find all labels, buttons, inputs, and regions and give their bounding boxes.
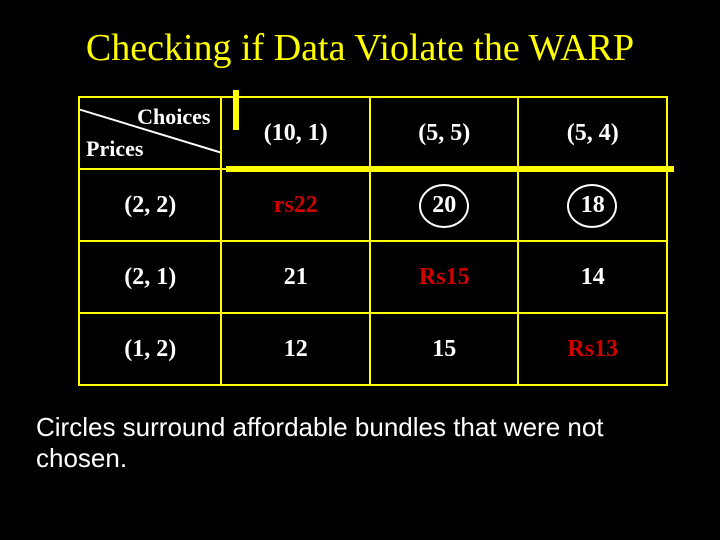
- header-col-3: (5, 4): [518, 97, 667, 169]
- price-label-2: (2, 1): [79, 241, 221, 313]
- cell-r1-c2: 20: [370, 169, 519, 241]
- cell-r2-c1: 21: [221, 241, 370, 313]
- cell-r1-c1: rs22: [221, 169, 370, 241]
- table-row: (1, 2) 12 15 Rs13: [79, 313, 667, 385]
- table-container: Choices Prices (10, 1) (5, 5) (5, 4) (2,…: [78, 96, 668, 386]
- slide-title: Checking if Data Violate the WARP: [30, 26, 690, 70]
- prices-label: Prices: [86, 136, 143, 162]
- header-col-1: (10, 1): [221, 97, 370, 169]
- table-row: (2, 1) 21 Rs15 14: [79, 241, 667, 313]
- cell-r1-c3: 18: [518, 169, 667, 241]
- price-label-1: (2, 2): [79, 169, 221, 241]
- cell-r3-c3: Rs13: [518, 313, 667, 385]
- slide: Checking if Data Violate the WARP Choice…: [0, 0, 720, 540]
- warp-table: Choices Prices (10, 1) (5, 5) (5, 4) (2,…: [78, 96, 668, 386]
- header-corner-cell: Choices Prices: [79, 97, 221, 169]
- header-row: Choices Prices (10, 1) (5, 5) (5, 4): [79, 97, 667, 169]
- caption-text: Circles surround affordable bundles that…: [36, 412, 690, 474]
- header-col-2: (5, 5): [370, 97, 519, 169]
- cell-r3-c1: 12: [221, 313, 370, 385]
- price-label-3: (1, 2): [79, 313, 221, 385]
- cell-r2-c3: 14: [518, 241, 667, 313]
- table-row: (2, 2) rs22 20 18: [79, 169, 667, 241]
- cell-r1-c3-value: 18: [581, 192, 605, 218]
- cell-r2-c2: Rs15: [370, 241, 519, 313]
- choices-label: Choices: [137, 104, 210, 130]
- cell-r3-c2: 15: [370, 313, 519, 385]
- cell-r1-c2-value: 20: [432, 192, 456, 218]
